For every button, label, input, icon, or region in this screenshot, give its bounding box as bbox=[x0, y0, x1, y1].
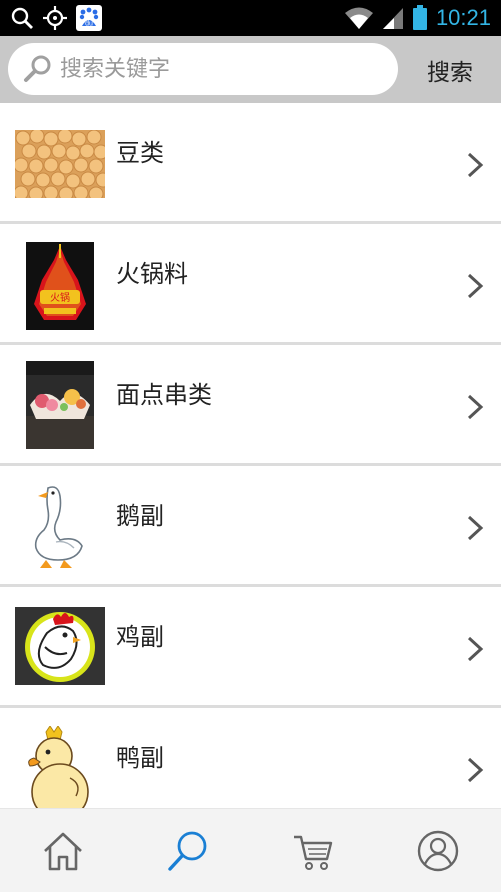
list-item-label: 火锅料 bbox=[116, 260, 188, 288]
baidu-app-icon: du bbox=[76, 5, 102, 31]
battery-icon bbox=[412, 5, 427, 30]
search-box[interactable] bbox=[8, 43, 398, 95]
wifi-icon bbox=[344, 7, 373, 29]
chevron-right-icon bbox=[467, 757, 484, 783]
chevron-right-icon bbox=[467, 152, 484, 178]
nav-cart[interactable] bbox=[283, 821, 343, 881]
duck-thumbnail bbox=[20, 726, 96, 809]
chevron-right-icon bbox=[467, 636, 484, 662]
list-item-hotpot[interactable]: 火锅 火锅料 bbox=[0, 224, 501, 345]
list-item-goose[interactable]: 鹅副 bbox=[0, 466, 501, 587]
nav-profile[interactable] bbox=[408, 821, 468, 881]
category-list: 豆类 火锅 火锅料 面点串类 鹅副 鸡副 鸭副 bbox=[0, 103, 501, 809]
list-item-label: 豆类 bbox=[116, 139, 164, 167]
chevron-right-icon bbox=[467, 394, 484, 420]
list-item-duck[interactable]: 鸭副 bbox=[0, 708, 501, 809]
user-icon bbox=[418, 830, 459, 871]
status-time: 10:21 bbox=[435, 5, 491, 30]
search-header: 搜索 bbox=[0, 36, 501, 103]
cart-icon bbox=[294, 835, 333, 870]
goose-thumbnail bbox=[26, 482, 94, 570]
status-bar: du 10:21 bbox=[0, 0, 501, 36]
nav-search[interactable] bbox=[158, 821, 218, 881]
search-input[interactable] bbox=[60, 56, 380, 82]
baidu-badge-text: du bbox=[85, 21, 93, 28]
gps-icon bbox=[43, 6, 67, 30]
list-item-pastry[interactable]: 面点串类 bbox=[0, 345, 501, 466]
signal-icon bbox=[382, 8, 403, 29]
pastry-thumbnail bbox=[26, 361, 94, 449]
search-status-icon bbox=[11, 7, 33, 29]
search-nav-icon bbox=[168, 831, 207, 871]
app-screen: du 10:21 搜索关键字 搜索 豆类 火锅 火锅料 面点串类 鹅副 鸡副 鸭… bbox=[0, 0, 501, 892]
list-item-label: 面点串类 bbox=[116, 381, 212, 409]
chevron-right-icon bbox=[467, 515, 484, 541]
list-item-chicken[interactable]: 鸡副 bbox=[0, 587, 501, 708]
beans-thumbnail bbox=[15, 130, 105, 198]
nav-home[interactable] bbox=[33, 821, 93, 881]
list-item-label: 鸭副 bbox=[116, 744, 164, 772]
chevron-right-icon bbox=[467, 273, 484, 299]
chicken-thumbnail bbox=[15, 607, 105, 685]
bottom-nav bbox=[0, 808, 501, 892]
hotpot-badge-text: 火锅 bbox=[50, 292, 70, 304]
magnifier-icon bbox=[24, 55, 51, 82]
status-icons-left: du bbox=[10, 4, 102, 32]
list-item-label: 鹅副 bbox=[116, 502, 164, 530]
status-icons-right: 10:21 bbox=[344, 4, 491, 32]
list-item-beans[interactable]: 豆类 bbox=[0, 103, 501, 224]
search-button[interactable]: 搜索 bbox=[410, 44, 490, 96]
home-icon bbox=[43, 832, 82, 870]
hotpot-thumbnail: 火锅 bbox=[26, 242, 94, 330]
list-item-label: 鸡副 bbox=[116, 623, 164, 651]
